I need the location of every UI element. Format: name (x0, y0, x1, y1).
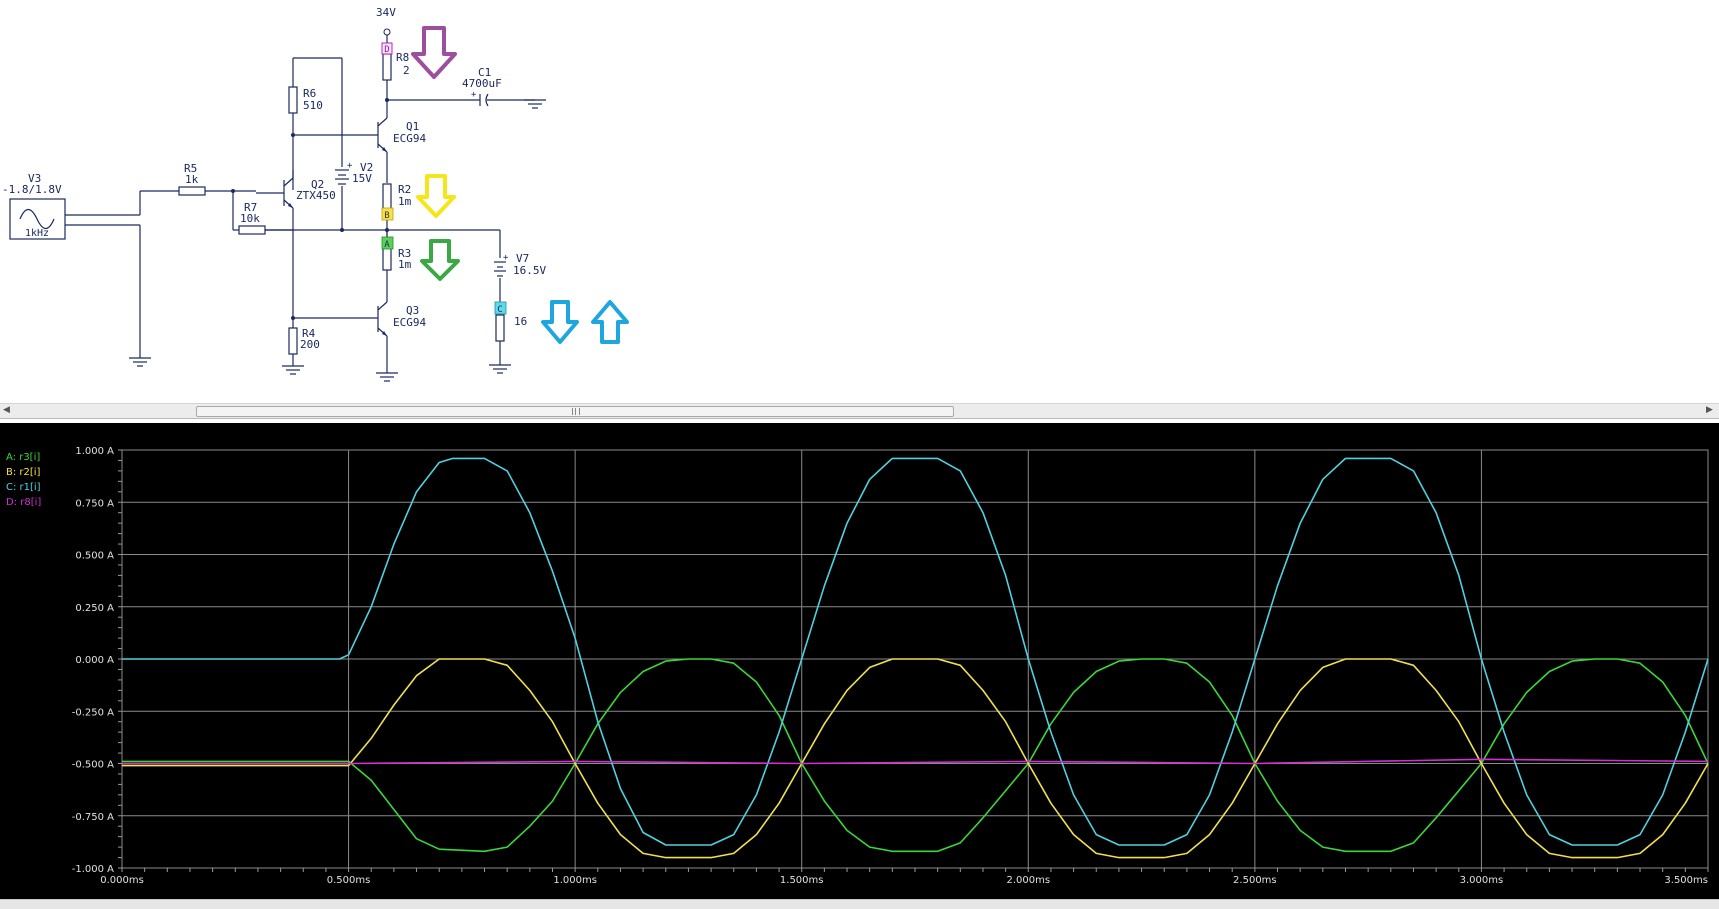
horizontal-scrollbar[interactable]: ◀ ▶ (0, 403, 1719, 419)
yellow-down-arrow-icon (416, 174, 456, 218)
r7-value: 10k (240, 212, 260, 225)
r8-name: R8 (396, 51, 409, 64)
v3-value: -1.8/1.8V (2, 183, 62, 196)
supply-voltage-label: 34V (376, 6, 396, 19)
status-strip (0, 899, 1719, 909)
x-tick-label: 2.500ms (1233, 875, 1277, 886)
series-line (122, 658, 1709, 853)
y-tick-label: -0.500 A (72, 760, 114, 771)
blue-down-arrow-icon (541, 300, 579, 344)
x-tick-label: 3.500ms (1664, 875, 1708, 886)
series-line (122, 758, 1709, 765)
series-line (122, 658, 1709, 859)
probe-c-label: C (497, 305, 502, 315)
green-down-arrow-icon (420, 239, 460, 281)
schematic-drawing: 34V R8 2 C1 4700uF + R6 510 Q1 ECG94 + V… (2, 6, 629, 382)
probe-a-label: A (384, 240, 390, 250)
q2-value: ZTX450 (296, 189, 336, 202)
waveform-plot[interactable]: 1.000 A 0.750 A 0.500 A 0.250 A 0.000 A -0.25… (0, 423, 1719, 899)
y-tick-label: 1.000 A (75, 446, 114, 457)
y-tick-label: 0.000 A (75, 655, 114, 666)
x-tick-label: 0.000ms (100, 875, 144, 886)
x-tick-label: 2.000ms (1006, 875, 1050, 886)
legend-entry: D: r8[i] (6, 497, 41, 508)
y-tick-label: 0.500 A (75, 551, 114, 562)
legend-entry: C: r1[i] (6, 482, 41, 493)
purple-down-arrow-icon (411, 26, 457, 79)
x-tick-label: 3.000ms (1460, 875, 1504, 886)
x-tick-label: 1.500ms (780, 875, 824, 886)
scroll-right-icon[interactable]: ▶ (1706, 405, 1713, 415)
series-line (122, 457, 1709, 846)
y-tick-label: -0.750 A (72, 812, 114, 823)
r3-value: 1m (398, 258, 412, 271)
r8-value: 2 (403, 64, 410, 77)
r5-value: 1k (185, 173, 199, 186)
v2-value: 15V (352, 172, 372, 185)
r4-value: 200 (300, 338, 320, 351)
waveform-chart: 1.000 A 0.750 A 0.500 A 0.250 A 0.000 A -0.25… (6, 446, 1709, 886)
y-tick-label: 0.250 A (75, 603, 114, 614)
r2-value: 1m (398, 195, 412, 208)
q1-value: ECG94 (393, 132, 426, 145)
q3-value: ECG94 (393, 316, 426, 329)
y-tick-label: 0.750 A (75, 498, 114, 509)
c1-value: 4700uF (462, 77, 502, 90)
v3-freq: 1kHz (25, 228, 49, 239)
legend-entry: B: r2[i] (6, 467, 41, 478)
v7-value: 16.5V (513, 264, 546, 277)
y-tick-label: -1.000 A (72, 864, 114, 875)
r6-value: 510 (303, 99, 323, 112)
schematic-canvas[interactable]: 34V R8 2 C1 4700uF + R6 510 Q1 ECG94 + V… (0, 0, 1719, 403)
c1-plus: + (471, 90, 477, 100)
legend-entry: A: r3[i] (6, 452, 40, 463)
r1-value: 16 (514, 315, 527, 328)
blue-up-arrow-icon (591, 300, 629, 344)
y-tick-label: -0.250 A (72, 707, 114, 718)
x-tick-label: 1.000ms (553, 875, 597, 886)
scroll-grip-icon (572, 408, 580, 415)
v2-plus: + (347, 161, 353, 171)
x-tick-label: 0.500ms (327, 875, 371, 886)
scroll-left-icon[interactable]: ◀ (3, 405, 10, 415)
probe-d-label: D (384, 45, 389, 55)
probe-b-label: B (384, 211, 389, 221)
scrollbar-thumb[interactable] (196, 406, 954, 417)
v7-plus: + (503, 253, 509, 263)
